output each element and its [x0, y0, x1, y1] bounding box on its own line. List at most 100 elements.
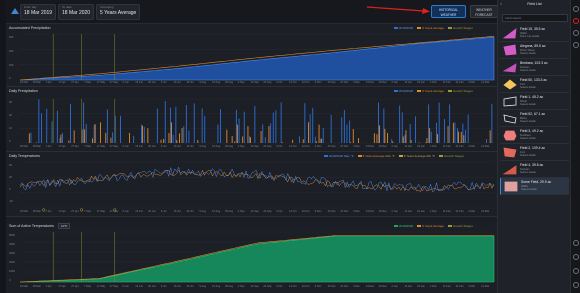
bar-2019-2020 [83, 102, 85, 143]
x-tick-label: 5 Aug [199, 285, 206, 288]
legend-item[interactable]: 2019/2020 [394, 26, 413, 30]
field-shape [503, 63, 517, 73]
field-list-item[interactable]: Field 4, 39.8 ac Soybean Season details [500, 161, 569, 178]
x-tick-label: 17 May [96, 285, 106, 288]
legend-item[interactable]: 2019/2020 [394, 89, 413, 93]
date-to-picker[interactable]: To date 18 Mar 2020 [58, 4, 94, 20]
bar-5yr-average [447, 126, 449, 143]
legend-item[interactable]: 2019/2020 Max °F [324, 154, 354, 158]
bar-2019-2020 [143, 126, 145, 143]
x-tick-label: 28 Mar [32, 210, 41, 213]
field-search-input[interactable]: Field search [502, 14, 568, 22]
legend-item[interactable]: 5 Years Average [417, 89, 444, 93]
bar-5yr-average [308, 122, 309, 143]
x-tick-label: 27 Apr [71, 285, 79, 288]
x-tick-label: 4 Sep [237, 145, 245, 148]
legend-item[interactable]: Growth Stages [447, 26, 473, 30]
x-tick-label: 23 Nov [340, 81, 349, 84]
date-from-picker[interactable]: From day 18 Mar 2019 [20, 4, 56, 20]
bar-2019-2020 [51, 121, 53, 143]
bar-5yr-average [292, 139, 294, 143]
legend-item[interactable]: 5 Years Average [417, 224, 444, 228]
x-tick-label: 3 Dec [353, 145, 360, 148]
x-tick-label: 22 Jan [417, 285, 425, 288]
layers-icon[interactable] [573, 6, 579, 12]
field-shape [503, 114, 517, 124]
legend-item[interactable]: Growth Stages [447, 89, 473, 93]
bar-2019-2020 [457, 128, 458, 143]
bar-2019-2020 [383, 108, 385, 143]
field-list-item[interactable]: Field 50, 133.3 ac Corn Season details [500, 76, 569, 93]
legend-item[interactable]: 5 Years Average [417, 26, 444, 30]
field-shape [503, 96, 517, 107]
zoom-out-icon[interactable] [573, 268, 579, 274]
info-icon[interactable] [573, 42, 579, 48]
bar-2019-2020 [449, 104, 451, 143]
x-tick-label: 13 Dec [365, 285, 375, 288]
bar-5yr-average [250, 137, 251, 143]
x-tick-label: 16 Jul [173, 285, 181, 288]
bar-2019-2020 [349, 120, 351, 143]
bar-5yr-average [352, 129, 354, 143]
x-tick-label: 24 Oct [301, 145, 310, 148]
sum-active-temperatures-chart [19, 231, 495, 283]
bar-2019-2020 [120, 115, 121, 143]
x-tick-label: 6 Jul [160, 210, 167, 213]
field-list-item[interactable]: Field 1, 45.2 ac Wheat Season details [500, 93, 569, 110]
x-tick-label: 3 Dec [353, 285, 360, 288]
field-list-item[interactable]: Field 3, 49.2 ac Sunflower Season details [500, 127, 569, 144]
field-list-item[interactable]: Alegona, 89.5 ac Winter Wheat Season detai… [500, 42, 569, 59]
panel-sum-active-temperatures: Sum of Active Temperatures 10°F 2019/202… [6, 222, 497, 293]
bar-2019-2020 [141, 124, 142, 143]
field-name: Field 15, 35.5 ac [520, 27, 546, 31]
weather-forecast-button[interactable]: WEATHER FORECAST [470, 5, 498, 18]
legend-item[interactable]: 2019/2020 [394, 224, 413, 228]
field-season: Season details [520, 120, 536, 123]
threshold-select[interactable]: 10°F [58, 223, 71, 229]
bar-2019-2020 [341, 117, 343, 143]
bar-2019-2020 [404, 134, 406, 143]
bar-5yr-average [392, 141, 394, 143]
legend-item[interactable]: Growth Stages [447, 224, 473, 228]
x-tick-label: 28 Mar [32, 285, 41, 288]
bar-2019-2020 [59, 137, 61, 143]
x-tick-label: 17 Apr [58, 81, 66, 84]
x-tick-label: 11 Feb [442, 145, 451, 148]
historical-weather-button[interactable]: HISTORICAL WEATHER [431, 5, 466, 18]
bar-5yr-average [429, 128, 431, 143]
bar-5yr-average [376, 134, 378, 143]
averaging-select[interactable]: Averaging 5 Years Average [96, 4, 140, 20]
settings-icon[interactable] [573, 30, 579, 36]
bar-2019-2020 [346, 124, 348, 143]
field-list-item[interactable]: Field 52, 67.1 ac Barley Season details [500, 110, 569, 127]
x-tick-label: 7 Apr [45, 145, 52, 148]
legend-item[interactable]: 5 Years Average Min °F [398, 154, 435, 158]
legend-item[interactable]: 5 Years Average Max °F [357, 154, 395, 158]
x-tick-label: 24 Oct [301, 210, 310, 213]
field-name: Field 50, 133.3 ac [520, 78, 547, 82]
field-list-item[interactable]: Some Field, 29.9 ac Alfalfa Season details [500, 178, 569, 195]
x-tick-label: 4 Sep [237, 285, 245, 288]
field-list-item[interactable]: Bimbara, 103.3 ac Soybean Season details [500, 59, 569, 76]
x-tick-label: 21 Feb [455, 285, 464, 288]
field-list-item[interactable]: Field 15, 35.5 ac Alfalfa Some crop detail… [500, 25, 569, 42]
x-tick-label: 16 Jun [135, 210, 144, 213]
bar-5yr-average [226, 129, 228, 143]
field-list-item[interactable]: Field 2, 109.4 ac Corn Season details [500, 144, 569, 161]
x-tick-label: 1 Feb [429, 285, 437, 288]
x-tick-label: 14 Sep [250, 145, 259, 148]
help-icon[interactable] [573, 240, 579, 246]
x-tick-label: 25 Aug [224, 145, 234, 148]
bar-5yr-average [110, 137, 112, 143]
bar-5yr-average [73, 130, 75, 143]
y-tick: 10 [9, 127, 12, 130]
zoom-in-icon[interactable] [573, 254, 579, 260]
weather-icon[interactable] [573, 18, 579, 24]
field-name: Some Field, 29.9 ac [521, 180, 552, 184]
account-icon[interactable] [573, 282, 579, 288]
x-tick-label: 13 Nov [327, 81, 336, 84]
x-tick-label: 7 Apr [45, 81, 52, 84]
bar-5yr-average [84, 129, 86, 143]
legend-item[interactable]: Growth Stages [439, 154, 464, 158]
accumulated-precipitation-chart [19, 33, 495, 81]
